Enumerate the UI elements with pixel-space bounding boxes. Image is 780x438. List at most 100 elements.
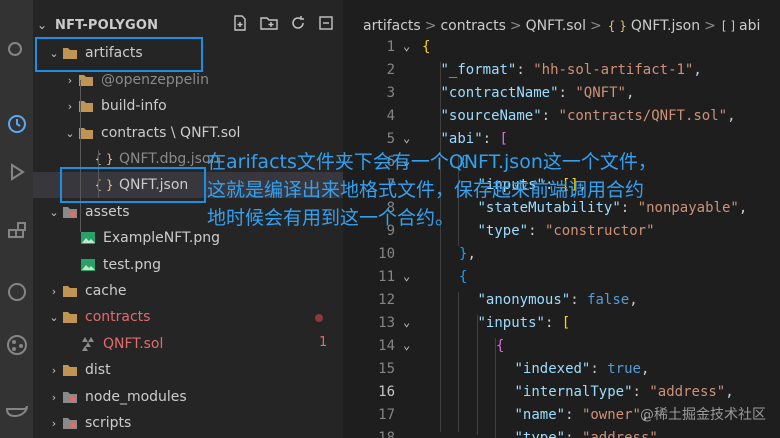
- tree-item-label: contracts: [85, 309, 151, 325]
- code-token: "QNFT": [575, 85, 626, 101]
- chevron-right-icon[interactable]: ›: [47, 391, 61, 404]
- fold-chevron-icon[interactable]: ⌄: [403, 315, 410, 329]
- code-token: true: [607, 361, 641, 377]
- code-text: {: [496, 338, 504, 354]
- new-file-icon[interactable]: [231, 14, 249, 36]
- line-number: 15: [378, 361, 395, 377]
- code-text: "internalType": "address",: [515, 384, 734, 400]
- code-token: :: [632, 384, 650, 400]
- image-file-icon: [79, 257, 97, 273]
- annotation-line-3: 地时候会有用到这一个合约。: [207, 207, 455, 229]
- chevron-right-icon[interactable]: ›: [47, 364, 61, 377]
- chevron-right-icon[interactable]: ›: [63, 100, 77, 113]
- tree-item-label: contracts \ QNFT.sol: [101, 125, 241, 141]
- line-number: 2: [386, 62, 395, 78]
- code-token: :: [565, 407, 582, 423]
- code-line[interactable]: 4 "sourceName": "contracts/QNFT.sol",: [343, 108, 780, 131]
- breadcrumb-contracts[interactable]: contracts: [440, 18, 505, 34]
- annotation-line-2: 这就是编译出来地格式文件，保存起来前端调用合约: [207, 179, 645, 201]
- code-text: },: [459, 246, 476, 262]
- chevron-right-icon[interactable]: ›: [47, 285, 61, 298]
- code-line[interactable]: 1 ⌄ {: [343, 39, 780, 62]
- code-token: {: [422, 39, 431, 55]
- image-file-icon: [79, 230, 97, 246]
- tree-item[interactable]: › dist: [33, 357, 343, 383]
- code-line[interactable]: 10},: [343, 246, 780, 269]
- code-token: [: [499, 131, 508, 147]
- code-text: "abi": [: [441, 131, 508, 147]
- docker-icon[interactable]: [0, 392, 33, 426]
- code-text: "_format": "hh-sol-artifact-1",: [441, 62, 702, 78]
- tree-item[interactable]: › cache: [33, 278, 343, 304]
- remote-icon[interactable]: [0, 275, 33, 309]
- indent-guide: [80, 80, 81, 232]
- tree-item-label: ExampleNFT.png: [103, 230, 221, 246]
- run-debug-icon[interactable]: [0, 155, 33, 189]
- tree-item[interactable]: ⌄ contracts: [33, 304, 343, 330]
- new-folder-icon[interactable]: [259, 14, 279, 36]
- code-token: "contractName": [440, 85, 559, 101]
- annotation-line-1: 在arifacts文件夹下会有一个QNFT.json这一个文件，: [207, 151, 657, 173]
- code-text: "inputs": [: [478, 315, 571, 331]
- tree-item[interactable]: test.png: [33, 252, 343, 278]
- code-token: "type": [514, 430, 566, 438]
- code-token: false: [587, 292, 630, 308]
- code-token: {: [496, 338, 505, 354]
- activity-bar: [0, 0, 33, 438]
- chevron-down-icon[interactable]: ⌄: [47, 311, 61, 324]
- code-text: {: [459, 269, 467, 285]
- fold-chevron-icon[interactable]: ⌄: [403, 269, 410, 283]
- annotation-text: 在arifacts文件夹下会有一个QNFT.json这一个文件， 这就是编译出来…: [207, 148, 777, 232]
- git-graph-icon[interactable]: [0, 328, 33, 362]
- chevron-down-icon[interactable]: ⌄: [33, 18, 51, 32]
- code-token: ,: [725, 384, 734, 400]
- array-brackets-icon: [ ]: [721, 19, 736, 33]
- code-text: "contractName": "QNFT",: [441, 85, 635, 101]
- timeline-icon[interactable]: [0, 107, 33, 141]
- breadcrumb-artifacts[interactable]: artifacts: [363, 18, 421, 34]
- refresh-icon[interactable]: [289, 14, 307, 36]
- code-line[interactable]: 2 "_format": "hh-sol-artifact-1",: [343, 62, 780, 85]
- line-number: 3: [386, 85, 395, 101]
- code-line[interactable]: 3 "contractName": "QNFT",: [343, 85, 780, 108]
- code-text: {: [422, 39, 430, 55]
- line-number: 16: [378, 384, 395, 400]
- code-line[interactable]: 14 ⌄ {: [343, 338, 780, 361]
- breadcrumb-abi[interactable]: abi: [739, 18, 760, 34]
- breadcrumb-qnft-json[interactable]: QNFT.json: [631, 18, 700, 34]
- fold-chevron-icon[interactable]: ⌄: [403, 131, 410, 145]
- code-token: :: [565, 430, 582, 438]
- code-token: "hh-sol-artifact-1": [533, 62, 694, 78]
- chevron-right-icon[interactable]: ›: [47, 417, 61, 430]
- breadcrumb: artifacts > contracts > QNFT.sol > { } Q…: [343, 14, 760, 38]
- code-token: :: [590, 361, 608, 377]
- code-line[interactable]: 12 "anonymous": false,: [343, 292, 780, 315]
- code-token: {: [459, 269, 468, 285]
- code-line[interactable]: 15 "indexed": true,: [343, 361, 780, 384]
- code-token: :: [558, 85, 576, 101]
- fold-chevron-icon[interactable]: ⌄: [403, 338, 410, 352]
- breadcrumb-qnft-sol[interactable]: QNFT.sol: [526, 18, 586, 34]
- indent-guide: [477, 315, 478, 435]
- search-icon[interactable]: [0, 34, 33, 68]
- code-text: "sourceName": "contracts/QNFT.sol",: [441, 108, 736, 124]
- fold-chevron-icon[interactable]: ⌄: [403, 39, 410, 53]
- tree-item[interactable]: › scripts: [33, 410, 343, 436]
- folder-icon: [61, 415, 79, 431]
- code-line[interactable]: 13 ⌄ "inputs": [: [343, 315, 780, 338]
- code-line[interactable]: 11 ⌄ {: [343, 269, 780, 292]
- line-number: 5: [386, 131, 395, 147]
- collapse-all-icon[interactable]: [317, 14, 335, 36]
- tree-item[interactable]: › node_modules: [33, 384, 343, 410]
- chevron-down-icon[interactable]: ⌄: [47, 206, 61, 219]
- folder-icon: [61, 283, 79, 299]
- indent-guide: [495, 338, 496, 438]
- code-line[interactable]: 18 "type": "address": [343, 430, 780, 438]
- tree-item[interactable]: QNFT.sol: [33, 331, 343, 357]
- code-token: ,: [727, 108, 736, 124]
- chevron-right-icon[interactable]: ›: [63, 74, 77, 87]
- tree-item-label: build-info: [101, 98, 167, 114]
- chevron-down-icon[interactable]: ⌄: [63, 127, 77, 140]
- line-number: 17: [378, 407, 395, 423]
- extensions-icon[interactable]: [0, 215, 33, 249]
